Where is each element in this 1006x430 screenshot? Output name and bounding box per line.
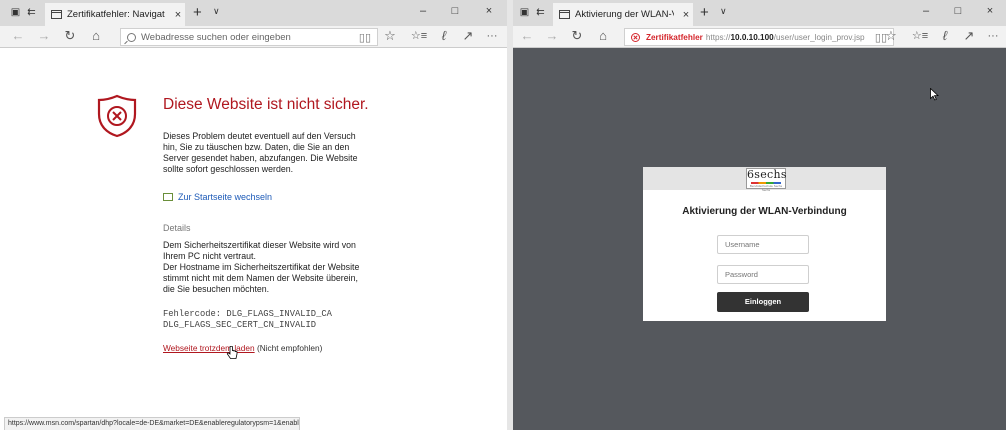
search-icon xyxy=(127,32,136,42)
tab-preview-icon[interactable]: ▣ xyxy=(519,7,530,18)
page-title: Diese Website ist nicht sicher. xyxy=(163,96,369,113)
username-field[interactable] xyxy=(717,235,809,254)
close-window-button[interactable]: × xyxy=(975,5,1005,17)
address-placeholder: Webadresse suchen oder eingeben xyxy=(141,31,291,43)
details-hostname-mismatch: Der Hostname im Sicherheitszertifikat de… xyxy=(163,262,360,294)
tab-close-icon[interactable]: × xyxy=(171,9,185,21)
set-tabs-aside-icon[interactable]: ⇇ xyxy=(26,7,37,18)
web-notes-button[interactable]: ℓ xyxy=(436,28,452,44)
error-code-line-1: Fehlercode: DLG_FLAGS_INVALID_CA xyxy=(163,309,332,319)
browser-window-right: ▣ ⇇ Aktivierung der WLAN-V × + ∨ – □ × ←… xyxy=(513,0,1006,430)
error-code-block: Fehlercode: DLG_FLAGS_INVALID_CA DLG_FLAG… xyxy=(163,309,332,331)
close-window-button[interactable]: × xyxy=(474,5,504,17)
browser-tab[interactable]: Aktivierung der WLAN-V × xyxy=(553,3,693,26)
mouse-pointer-icon xyxy=(930,88,939,101)
home-button[interactable]: ⌂ xyxy=(595,28,611,44)
address-bar[interactable]: Webadresse suchen oder eingeben ▯▯ xyxy=(120,28,378,46)
navigation-bar: ← → ↻ ⌂ Webadresse suchen oder eingeben … xyxy=(0,26,507,48)
home-button[interactable]: ⌂ xyxy=(88,28,104,44)
navigation-bar: ← → ↻ ⌂ Zertifikatfehler https://10.0.10… xyxy=(513,26,1006,48)
set-tabs-aside-icon[interactable]: ⇇ xyxy=(535,7,546,18)
shield-error-icon xyxy=(97,94,137,138)
tab-close-icon[interactable]: × xyxy=(679,9,693,21)
share-button[interactable]: ↗ xyxy=(961,28,977,44)
logo-text: 6sechs xyxy=(747,168,787,181)
refresh-button[interactable]: ↻ xyxy=(62,28,78,44)
favorite-star-button[interactable]: ☆ xyxy=(382,28,398,44)
details-toggle[interactable]: Details xyxy=(163,223,191,233)
logo-subtitle: Berufsfachschule Sechs Sechs xyxy=(749,184,783,192)
address-bar[interactable]: Zertifikatfehler https://10.0.10.100/use… xyxy=(624,28,894,46)
new-tab-button[interactable]: + xyxy=(700,4,709,22)
tab-list-chevron-icon[interactable]: ∨ xyxy=(213,6,220,17)
back-button[interactable]: ← xyxy=(519,28,535,44)
minimize-button[interactable]: – xyxy=(911,5,941,17)
title-bar: ▣ ⇇ Aktivierung der WLAN-V × + ∨ – □ × xyxy=(513,0,1006,26)
login-title: Aktivierung der WLAN-Verbindung xyxy=(682,206,847,217)
browser-tab[interactable]: Zertifikatfehler: Navigat × xyxy=(45,3,185,26)
login-button[interactable]: Einloggen xyxy=(717,292,809,312)
favorites-hub-button[interactable]: ☆≡ xyxy=(410,28,428,44)
error-code-line-2: DLG_FLAGS_SEC_CERT_CN_INVALID xyxy=(163,320,317,330)
login-card: 6sechs Berufsfachschule Sechs Sechs Akti… xyxy=(643,167,886,321)
favorite-star-button[interactable]: ☆ xyxy=(883,28,899,44)
not-recommended-note: (Nicht empfohlen) xyxy=(256,343,323,353)
url-path: /user/user_login_prov.jsp xyxy=(773,32,865,42)
refresh-button[interactable]: ↻ xyxy=(569,28,585,44)
certificate-error-icon xyxy=(631,32,640,42)
page-favicon-icon xyxy=(51,10,62,19)
title-bar: ▣ ⇇ Zertifikatfehler: Navigat × + ∨ – □ … xyxy=(0,0,507,26)
minimize-button[interactable]: – xyxy=(408,5,438,17)
address-url: https://10.0.10.100/user/user_login_prov… xyxy=(706,33,865,42)
maximize-button[interactable]: □ xyxy=(440,5,470,17)
more-menu-button[interactable]: ··· xyxy=(484,28,500,44)
new-tab-button[interactable]: + xyxy=(193,4,202,22)
go-to-start-page-label[interactable]: Zur Startseite wechseln xyxy=(178,192,272,202)
status-bar-url: https://www.msn.com/spartan/dhp?locale=d… xyxy=(4,417,300,430)
start-page-icon xyxy=(163,193,173,201)
password-field[interactable] xyxy=(717,265,809,284)
error-description: Dieses Problem deutet eventuell auf den … xyxy=(163,131,358,174)
tab-list-chevron-icon[interactable]: ∨ xyxy=(720,6,727,17)
share-button[interactable]: ↗ xyxy=(460,28,476,44)
hand-cursor-icon xyxy=(226,346,238,359)
favorites-hub-button[interactable]: ☆≡ xyxy=(911,28,929,44)
tab-title: Aktivierung der WLAN-V xyxy=(575,9,674,20)
maximize-button[interactable]: □ xyxy=(943,5,973,17)
proceed-anyway-link[interactable]: Webseite trotzdem laden xyxy=(163,343,255,353)
url-scheme: https:// xyxy=(705,32,731,42)
url-host: 10.0.10.100 xyxy=(730,32,774,42)
forward-button[interactable]: → xyxy=(36,28,52,44)
school-logo: 6sechs Berufsfachschule Sechs Sechs xyxy=(746,168,787,192)
logo-header: 6sechs Berufsfachschule Sechs Sechs xyxy=(643,167,886,192)
tab-title: Zertifikatfehler: Navigat xyxy=(67,9,165,20)
proceed-row: Webseite trotzdem laden (Nicht empfohlen… xyxy=(163,343,322,353)
page-favicon-icon xyxy=(559,10,570,19)
browser-window-left: ▣ ⇇ Zertifikatfehler: Navigat × + ∨ – □ … xyxy=(0,0,507,430)
go-to-start-page-link[interactable]: Zur Startseite wechseln xyxy=(163,192,272,202)
details-text: Dem Sicherheitszertifikat dieser Website… xyxy=(163,240,368,295)
more-menu-button[interactable]: ··· xyxy=(985,28,1001,44)
certificate-error-label[interactable]: Zertifikatfehler xyxy=(646,33,703,42)
forward-button[interactable]: → xyxy=(544,28,560,44)
tab-preview-icon[interactable]: ▣ xyxy=(10,7,21,18)
details-untrusted-cert: Dem Sicherheitszertifikat dieser Website… xyxy=(163,240,356,261)
web-notes-button[interactable]: ℓ xyxy=(937,28,953,44)
reading-view-icon[interactable]: ▯▯ xyxy=(359,31,371,44)
back-button[interactable]: ← xyxy=(10,28,26,44)
